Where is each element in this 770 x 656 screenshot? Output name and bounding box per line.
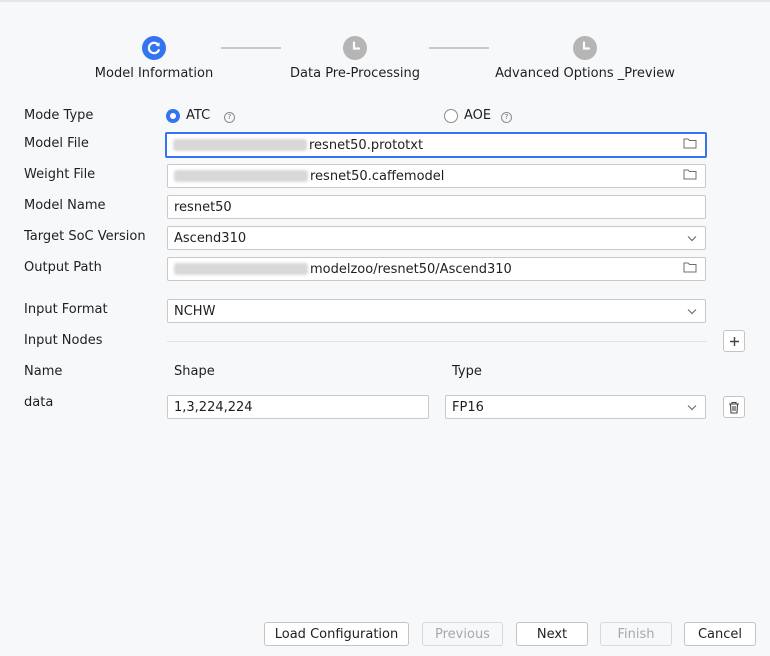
step-advanced-options-preview: Advanced Options _Preview (495, 36, 675, 81)
model-name-value: resnet50 (174, 199, 232, 215)
chevron-down-icon (687, 304, 697, 319)
column-header-shape: Shape (174, 364, 215, 379)
next-button[interactable]: Next (516, 622, 588, 646)
step-active-icon (142, 36, 166, 60)
help-icon[interactable]: ? (224, 112, 235, 123)
folder-icon[interactable] (683, 137, 697, 153)
input-nodes-label: Input Nodes (24, 333, 103, 348)
type-select[interactable]: FP16 (445, 395, 706, 419)
folder-icon[interactable] (683, 261, 697, 277)
window-top-border (0, 0, 770, 2)
shape-value: 1,3,224,224 (174, 399, 253, 415)
model-name-input[interactable]: resnet50 (167, 195, 706, 219)
help-icon[interactable]: ? (501, 112, 512, 123)
weight-file-value: resnet50.caffemodel (310, 168, 445, 184)
type-value: FP16 (452, 399, 484, 415)
weight-file-field[interactable]: resnet50.caffemodel (167, 164, 706, 188)
step-label: Advanced Options _Preview (495, 66, 675, 81)
step-label: Model Information (94, 66, 214, 81)
input-format-label: Input Format (24, 302, 108, 317)
redacted-path (173, 139, 307, 151)
input-format-select[interactable]: NCHW (167, 299, 706, 323)
input-format-value: NCHW (174, 303, 216, 319)
plus-icon (729, 336, 739, 346)
add-node-button[interactable] (723, 330, 745, 352)
node-name: data (24, 395, 54, 410)
delete-node-button[interactable] (723, 396, 745, 418)
finish-button[interactable]: Finish (600, 622, 672, 646)
folder-icon[interactable] (683, 168, 697, 184)
weight-file-label: Weight File (24, 167, 96, 182)
step-model-information: Model Information (94, 36, 214, 81)
redacted-path (174, 170, 308, 182)
column-header-type: Type (452, 364, 482, 379)
chevron-down-icon (687, 400, 697, 415)
output-path-value: modelzoo/resnet50/Ascend310 (310, 261, 512, 277)
previous-button[interactable]: Previous (422, 622, 503, 646)
mode-type-label: Mode Type (24, 108, 94, 123)
target-soc-select[interactable]: Ascend310 (167, 226, 706, 250)
model-file-field[interactable]: resnet50.prototxt (165, 132, 707, 158)
atc-radio-label[interactable]: ATC (186, 108, 210, 123)
atc-radio[interactable] (166, 109, 180, 123)
model-file-value: resnet50.prototxt (309, 137, 424, 153)
trash-icon (729, 401, 739, 414)
aoe-radio[interactable] (444, 109, 458, 123)
output-path-field[interactable]: modelzoo/resnet50/Ascend310 (167, 257, 706, 281)
input-nodes-separator (167, 341, 707, 342)
shape-input[interactable]: 1,3,224,224 (167, 395, 429, 419)
clock-icon (573, 36, 597, 60)
step-connector (221, 47, 281, 49)
step-label: Data Pre-Processing (290, 66, 420, 81)
clock-icon (343, 36, 367, 60)
step-data-pre-processing: Data Pre-Processing (290, 36, 420, 81)
load-configuration-button[interactable]: Load Configuration (264, 622, 409, 646)
output-path-label: Output Path (24, 260, 102, 275)
step-connector (429, 47, 489, 49)
model-name-label: Model Name (24, 198, 106, 213)
target-soc-value: Ascend310 (174, 230, 247, 246)
column-header-name: Name (24, 364, 63, 379)
target-soc-label: Target SoC Version (24, 229, 146, 244)
chevron-down-icon (687, 231, 697, 246)
redacted-path (174, 263, 308, 275)
cancel-button[interactable]: Cancel (684, 622, 756, 646)
aoe-radio-label[interactable]: AOE (464, 108, 491, 123)
model-file-label: Model File (24, 136, 89, 151)
